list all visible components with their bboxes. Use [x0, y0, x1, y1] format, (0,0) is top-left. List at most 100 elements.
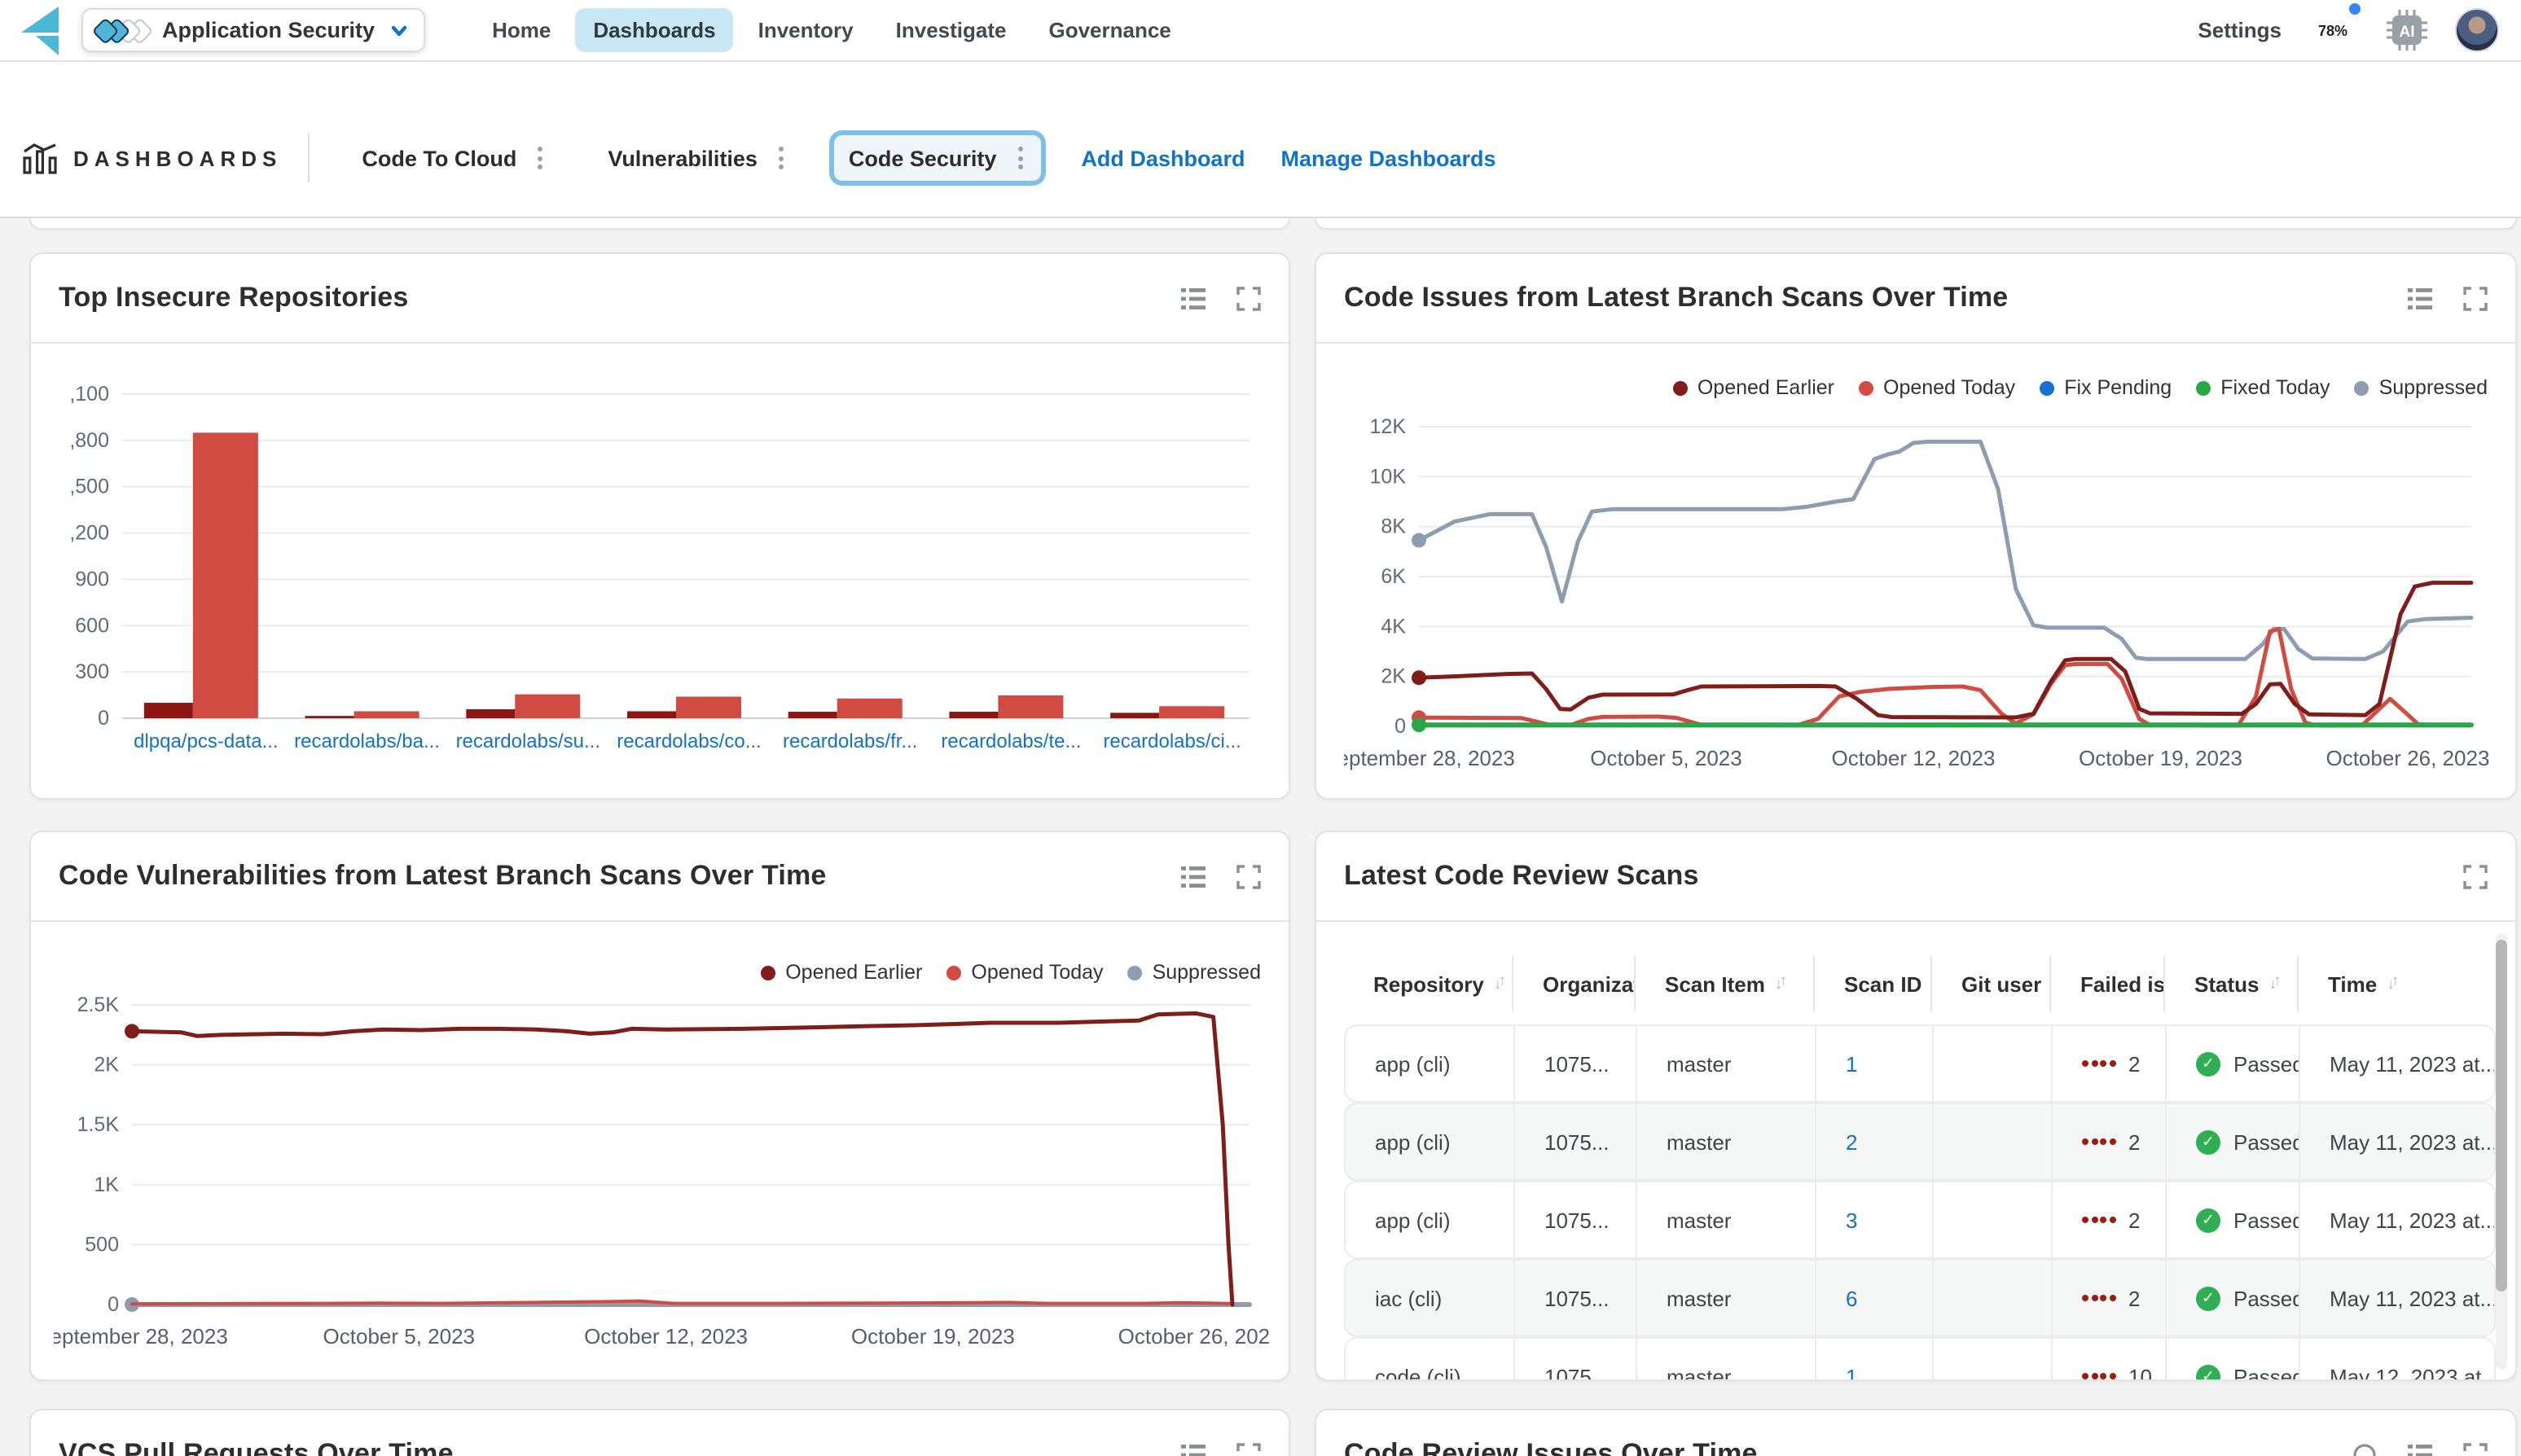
legend-dot-icon: [2196, 380, 2211, 395]
repository-link[interactable]: dlpqa/pcs-data...: [134, 730, 278, 752]
bar-red-series[interactable]: [193, 432, 258, 718]
scan-id-link[interactable]: 1: [1846, 1051, 1857, 1076]
column-header-status[interactable]: Status↓↑: [2165, 956, 2299, 1011]
refresh-status-circle-icon[interactable]: [2352, 1442, 2377, 1456]
column-header-organizat[interactable]: Organizat: [1513, 956, 1636, 1011]
dashboard-tab-label: Code Security: [849, 146, 997, 170]
table-header-row: Repository↓↑OrganizatScan Item↓↑Scan ID↓…: [1344, 956, 2496, 1011]
cell-scan-id: 1: [1816, 1339, 1934, 1381]
repository-link[interactable]: recardolabs/ci...: [1103, 730, 1241, 752]
repository-link[interactable]: recardolabs/ba...: [294, 730, 440, 752]
bar-dark-red-series[interactable]: [1110, 713, 1159, 718]
nav-item-investigate[interactable]: Investigate: [878, 8, 1025, 52]
bar-dark-red-series[interactable]: [627, 711, 676, 718]
series-start-dot: [1412, 670, 1426, 685]
kebab-menu-icon[interactable]: [1014, 143, 1026, 173]
cell-git-user: [1934, 1026, 2053, 1101]
settings-link[interactable]: Settings: [2198, 18, 2282, 42]
table-row[interactable]: app (cli)1075...master32✓PassedMay 11, 2…: [1344, 1181, 2496, 1259]
list-view-icon[interactable]: [1181, 864, 1206, 888]
table-row[interactable]: app (cli)1075...master12✓PassedMay 11, 2…: [1344, 1024, 2496, 1103]
scan-id-link[interactable]: 3: [1846, 1208, 1857, 1232]
manage-dashboards-link[interactable]: Manage Dashboards: [1280, 146, 1495, 170]
legend-item[interactable]: Suppressed: [2355, 376, 2488, 399]
bar-red-series[interactable]: [515, 695, 580, 718]
expand-icon[interactable]: [1236, 1442, 1261, 1456]
column-header-scan-item[interactable]: Scan Item↓↑: [1636, 956, 1815, 1011]
bar-red-series[interactable]: [676, 696, 741, 718]
bar-dark-red-series[interactable]: [788, 712, 837, 718]
y-axis-tick: 2.5K: [77, 993, 120, 1016]
repository-link[interactable]: recardolabs/su...: [456, 730, 600, 752]
repository-link[interactable]: recardolabs/co...: [617, 730, 761, 752]
column-header-repository[interactable]: Repository↓↑: [1344, 956, 1513, 1011]
kebab-menu-icon[interactable]: [775, 143, 787, 173]
table-row[interactable]: code (cli)1075...master110✓PassedMay 12,…: [1344, 1337, 2496, 1381]
sort-icon: ↓↑: [2268, 975, 2277, 993]
x-axis-tick: October 26, 2023: [2326, 746, 2489, 770]
bar-dark-red-series[interactable]: [305, 716, 354, 718]
cell-repository: iac (cli): [1346, 1261, 1515, 1335]
list-view-icon[interactable]: [2408, 286, 2432, 310]
legend-item[interactable]: Opened Today: [946, 961, 1103, 984]
column-header-git-user[interactable]: Git user↓↑: [1932, 956, 2051, 1011]
repository-link[interactable]: recardolabs/fr...: [783, 730, 917, 752]
legend-item[interactable]: Opened Today: [1859, 376, 2015, 399]
dashboard-tab-vulnerabilities[interactable]: Vulnerabilities: [588, 130, 806, 186]
cell-failed-issues: 2: [2053, 1182, 2167, 1257]
bar-red-series[interactable]: [354, 711, 419, 718]
legend-label: Opened Earlier: [1698, 376, 1834, 399]
dashboards-icon: [23, 143, 57, 173]
nav-item-dashboards[interactable]: Dashboards: [575, 8, 733, 52]
expand-icon[interactable]: [2463, 864, 2488, 888]
x-axis-tick: October 19, 2023: [851, 1324, 1015, 1349]
legend-item[interactable]: Opened Earlier: [761, 961, 922, 984]
expand-icon[interactable]: [2463, 286, 2488, 310]
scan-id-link[interactable]: 1: [1846, 1364, 1857, 1381]
y-axis-tick: 500: [85, 1233, 119, 1256]
nav-item-inventory[interactable]: Inventory: [740, 8, 872, 52]
module-selector-label: Application Security: [162, 18, 375, 42]
expand-icon[interactable]: [2463, 1442, 2488, 1456]
x-axis-tick: October 19, 2023: [2079, 746, 2242, 770]
bar-dark-red-series[interactable]: [144, 703, 193, 718]
legend-item[interactable]: Fixed Today: [2196, 376, 2330, 399]
add-dashboard-link[interactable]: Add Dashboard: [1081, 146, 1245, 170]
repository-link[interactable]: recardolabs/te...: [941, 730, 1081, 752]
scan-id-link[interactable]: 2: [1846, 1129, 1857, 1154]
dashboard-tab-code-to-cloud[interactable]: Code To Cloud: [342, 130, 565, 186]
list-view-icon[interactable]: [2408, 1442, 2432, 1456]
list-view-icon[interactable]: [1181, 1442, 1206, 1456]
nav-item-governance[interactable]: Governance: [1030, 8, 1188, 52]
bar-dark-red-series[interactable]: [466, 709, 515, 718]
column-header-scan-id[interactable]: Scan ID↓↑: [1815, 956, 1932, 1011]
legend-item[interactable]: Fix Pending: [2040, 376, 2172, 399]
table-row[interactable]: app (cli)1075...master22✓PassedMay 11, 2…: [1344, 1103, 2496, 1181]
expand-icon[interactable]: [1236, 286, 1261, 310]
progress-ring-badge[interactable]: 78%: [2308, 5, 2358, 55]
module-selector[interactable]: Application Security: [81, 8, 425, 52]
cell-scan-item: master: [1637, 1339, 1816, 1381]
failed-issues-count: 2: [2128, 1286, 2140, 1310]
card-code-vulnerabilities-over-time: Code Vulnerabilities from Latest Branch …: [29, 831, 1290, 1381]
bar-red-series[interactable]: [837, 699, 903, 718]
kebab-menu-icon[interactable]: [534, 143, 546, 173]
prisma-cloud-logo-icon[interactable]: [20, 6, 62, 55]
expand-icon[interactable]: [1236, 864, 1261, 888]
column-header-failed-issu[interactable]: Failed issu: [2051, 956, 2165, 1011]
column-header-time[interactable]: Time↓↑: [2299, 956, 2496, 1011]
scan-id-link[interactable]: 6: [1846, 1286, 1857, 1310]
bar-red-series[interactable]: [998, 695, 1063, 718]
bar-dark-red-series[interactable]: [949, 712, 998, 718]
table-row[interactable]: iac (cli)1075...master62✓PassedMay 11, 2…: [1344, 1259, 2496, 1337]
list-view-icon[interactable]: [1181, 286, 1206, 310]
user-avatar[interactable]: [2454, 8, 2498, 52]
dashboard-tab-code-security[interactable]: Code Security: [829, 130, 1046, 186]
nav-item-home[interactable]: Home: [474, 8, 569, 52]
bar-red-series[interactable]: [1159, 706, 1224, 718]
table-scrollbar-thumb[interactable]: [2496, 940, 2507, 1292]
legend-item[interactable]: Opened Earlier: [1673, 376, 1834, 399]
legend-item[interactable]: Suppressed: [1128, 961, 1261, 984]
ai-copilot-icon[interactable]: AI: [2384, 8, 2428, 52]
cell-git-user: [1934, 1339, 2053, 1381]
